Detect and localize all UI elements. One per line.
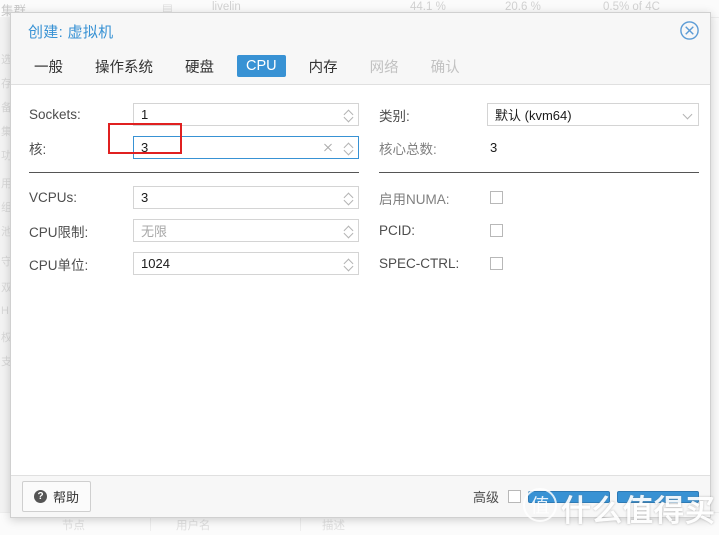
tab-network: 网络 <box>369 59 399 76</box>
question-circle-icon: ? <box>34 490 47 503</box>
field-row-vcpus: VCPUs: 3 <box>29 182 359 213</box>
cores-control: 3 <box>133 136 359 159</box>
pcid-label: PCID: <box>379 223 416 238</box>
background-column-header: 节点 <box>62 520 85 532</box>
cpu-type-select[interactable]: 默认 (kvm64) <box>487 103 699 126</box>
spec-ctrl-control <box>487 257 699 270</box>
enable-numa-checkbox[interactable] <box>490 191 503 204</box>
form-divider-left <box>29 172 359 173</box>
vcpus-stepper[interactable] <box>338 187 358 208</box>
field-row-cpu-limit: CPU限制: 无限 <box>29 215 359 246</box>
tab-os[interactable]: 操作系统 <box>86 53 162 80</box>
tab-confirm: 确认 <box>430 59 460 76</box>
footer-actions: 高级 <box>473 487 699 506</box>
background-column-header: 用户名 <box>176 520 211 532</box>
enable-numa-label: 启用NUMA: <box>379 191 450 207</box>
cpu-limit-value: 无限 <box>141 224 168 239</box>
spec-ctrl-label: SPEC-CTRL: <box>379 256 460 271</box>
help-button[interactable]: ? 帮助 <box>22 481 92 512</box>
sockets-stepper[interactable] <box>338 104 358 125</box>
chevron-down-icon <box>344 148 353 153</box>
sockets-value: 1 <box>141 107 149 122</box>
tab-general[interactable]: 一般 <box>25 53 72 80</box>
pcid-control <box>487 224 699 237</box>
total-cores-value: 3 <box>490 139 498 155</box>
sockets-control: 1 <box>133 103 359 126</box>
advanced-label: 高级 <box>472 490 499 505</box>
advanced-checkbox[interactable] <box>508 490 521 503</box>
tab-cpu[interactable]: CPU <box>237 55 286 77</box>
chevron-down-icon <box>344 264 353 269</box>
dialog-body: Sockets: 1 核: 3 VCPUs: 3 CPU限制: 无限 CPU单位… <box>11 85 710 475</box>
cores-label: 核: <box>29 141 47 157</box>
form-column-left: Sockets: 1 核: 3 VCPUs: 3 CPU限制: 无限 CPU单位… <box>29 99 359 281</box>
cpu-settings-form: Sockets: 1 核: 3 VCPUs: 3 CPU限制: 无限 CPU单位… <box>11 99 710 475</box>
create-vm-dialog: 创建: 虚拟机 一般 操作系统 硬盘 CPU 内存 网络 确认 Sockets: <box>10 12 711 518</box>
dialog-header: 创建: 虚拟机 <box>11 13 710 48</box>
pcid-checkbox[interactable] <box>490 224 503 237</box>
cpu-type-label: 类别: <box>379 108 410 124</box>
form-column-right: 类别: 默认 (kvm64) 核心总数: 3 启用NUMA: PCID: SPE… <box>379 99 699 281</box>
field-row-total-cores: 核心总数: 3 <box>379 132 699 163</box>
cores-stepper[interactable] <box>338 137 358 158</box>
enable-numa-control <box>487 191 699 204</box>
chevron-down-icon <box>344 231 353 236</box>
vcpus-value: 3 <box>141 190 149 205</box>
cpu-type-control: 默认 (kvm64) <box>487 103 699 126</box>
cpu-units-control: 1024 <box>133 252 359 275</box>
chevron-down-icon <box>344 198 353 203</box>
cpu-type-value: 默认 (kvm64) <box>495 108 572 123</box>
back-button[interactable] <box>528 490 610 503</box>
dialog-footer: ? 帮助 高级 <box>11 475 710 517</box>
total-cores-control: 3 <box>487 139 699 157</box>
cpu-limit-stepper[interactable] <box>338 220 358 241</box>
cpu-limit-control: 无限 <box>133 219 359 242</box>
total-cores-label: 核心总数: <box>379 141 437 157</box>
cpu-units-input[interactable]: 1024 <box>133 252 359 275</box>
form-divider-right <box>379 172 699 173</box>
dialog-title: 创建: 虚拟机 <box>28 24 114 41</box>
cpu-units-value: 1024 <box>141 256 170 271</box>
cpu-limit-label: CPU限制: <box>29 224 89 240</box>
help-button-label: 帮助 <box>53 490 80 505</box>
tab-memory[interactable]: 内存 <box>300 53 347 80</box>
sockets-input[interactable]: 1 <box>133 103 359 126</box>
cpu-units-stepper[interactable] <box>338 253 358 274</box>
vcpus-label: VCPUs: <box>29 190 78 205</box>
chevron-down-icon <box>344 115 353 120</box>
cores-input[interactable]: 3 <box>133 136 359 159</box>
background-column-header: 描述 <box>322 520 345 532</box>
clear-icon[interactable] <box>320 140 336 156</box>
close-circle-icon[interactable] <box>679 20 700 41</box>
field-row-cpu-type: 类别: 默认 (kvm64) <box>379 99 699 130</box>
background-sidebar-item: H <box>1 305 9 317</box>
field-row-spec-ctrl: SPEC-CTRL: <box>379 248 699 279</box>
dialog-tab-bar: 一般 操作系统 硬盘 CPU 内存 网络 确认 <box>11 48 710 85</box>
field-row-numa: 启用NUMA: <box>379 182 699 213</box>
field-row-sockets: Sockets: 1 <box>29 99 359 130</box>
cpu-limit-input[interactable]: 无限 <box>133 219 359 242</box>
field-row-cores: 核: 3 <box>29 132 359 163</box>
sockets-label: Sockets: <box>29 107 81 122</box>
next-button[interactable] <box>617 490 699 503</box>
chevron-down-icon <box>676 112 698 117</box>
field-row-cpu-units: CPU单位: 1024 <box>29 248 359 279</box>
cores-value: 3 <box>141 140 149 155</box>
field-row-pcid: PCID: <box>379 215 699 246</box>
tab-disk[interactable]: 硬盘 <box>176 53 223 80</box>
vcpus-input[interactable]: 3 <box>133 186 359 209</box>
cpu-units-label: CPU单位: <box>29 257 89 273</box>
vcpus-control: 3 <box>133 186 359 209</box>
spec-ctrl-checkbox[interactable] <box>490 257 503 270</box>
